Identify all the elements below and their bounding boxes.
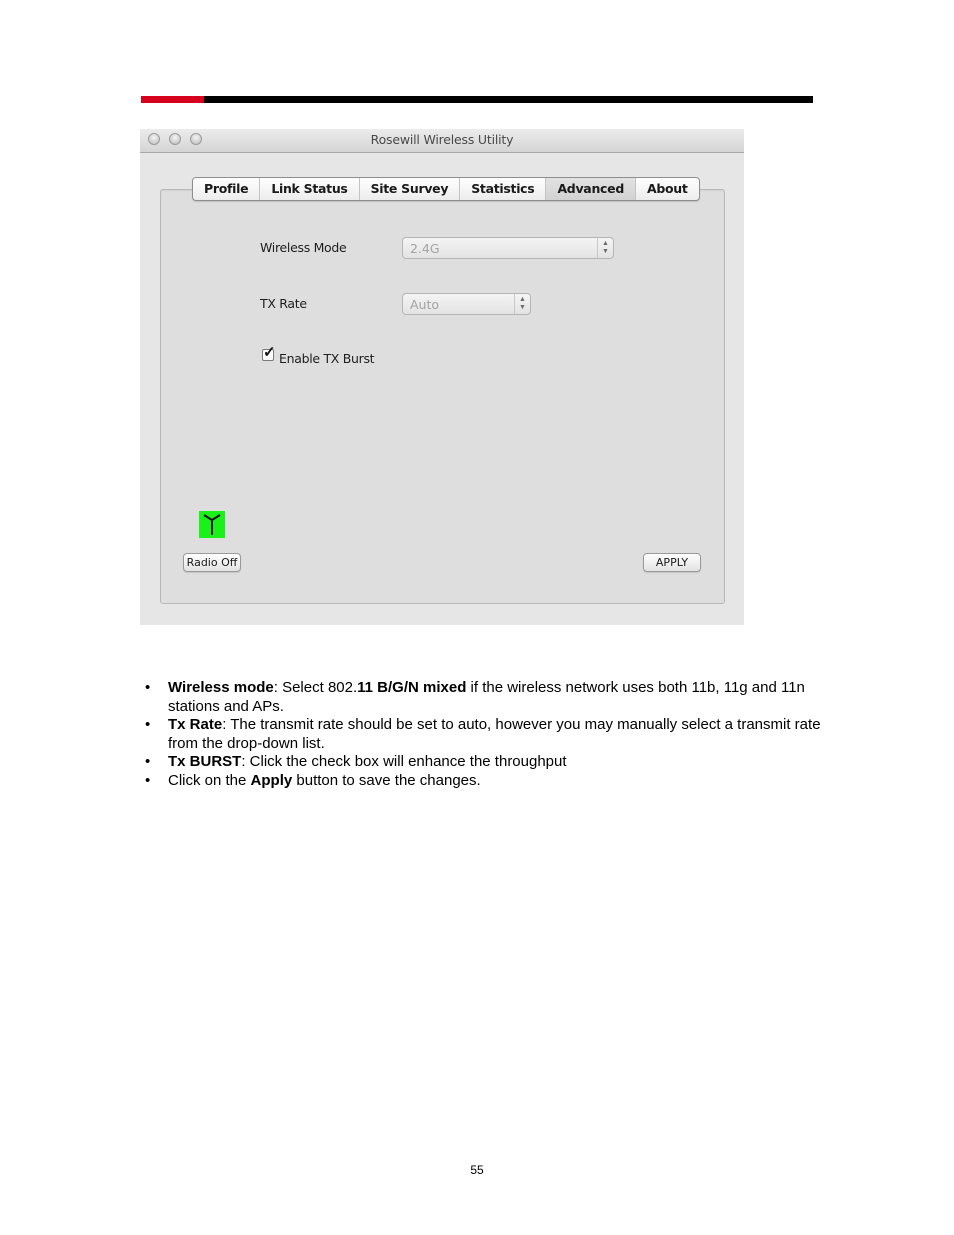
text: Click on the [168,771,251,789]
list-item: • Tx BURST: Click the check box will enha… [145,753,567,770]
page-number: 55 [470,1163,484,1177]
tx-burst-label: Enable TX Burst [279,351,375,366]
window-title: Rosewill Wireless Utility [370,132,514,147]
tab-statistics[interactable]: Statistics [460,178,547,200]
wireless-mode-select[interactable]: 2.4G ▲ ▼ [402,237,614,259]
antenna-icon [199,511,225,538]
instruction-list: • Wireless mode: Select 802.11 B/G/N mixe… [145,679,825,790]
tx-rate-label: TX Rate [260,296,307,311]
title-bar: Rosewill Wireless Utility [140,129,744,153]
updown-arrows-icon: ▲ ▼ [514,294,530,314]
text: button to save the changes. [292,771,481,789]
tx-burst-checkbox[interactable]: ✓ [262,344,276,361]
radio-off-button[interactable]: Radio Off [183,553,241,572]
term-apply: Apply [250,771,293,789]
text: : Click the check box will enhance the t… [241,753,567,770]
tab-link-status[interactable]: Link Status [260,178,360,200]
updown-arrows-icon: ▲ ▼ [597,238,613,258]
list-item: • Wireless mode: Select 802.11 B/G/N mixe… [145,679,805,715]
wireless-mode-label: Wireless Mode [260,240,347,255]
checkmark-icon: ✓ [263,344,276,361]
apply-button[interactable]: APPLY [643,553,701,572]
term-tx-rate: Tx Rate [168,716,223,733]
term-wireless-mode: Wireless mode [168,679,274,696]
tab-profile[interactable]: Profile [193,178,261,200]
term-mode-value: 11 B/G/N mixed [357,679,467,696]
tx-rate-select[interactable]: Auto ▲ ▼ [402,293,531,315]
text: : The transmit rate should be set to aut… [168,716,821,752]
tab-site-survey[interactable]: Site Survey [360,178,461,200]
text: : Select 802. [273,679,358,696]
tab-bar: Profile Link Status Site Survey Statisti… [192,177,700,201]
wireless-mode-value: 2.4G [410,241,440,256]
tab-advanced[interactable]: Advanced [546,178,636,200]
header-rule [141,96,813,103]
list-item: • Tx Rate: The transmit rate should be se… [145,716,821,752]
header-accent [141,96,204,103]
term-tx-burst: Tx BURST [168,753,242,770]
tx-rate-value: Auto [410,297,440,312]
tab-about[interactable]: About [636,178,699,200]
app-window: Rosewill Wireless Utility Profile Link S… [140,129,744,625]
list-item: • Click on the Apply button to save the c… [145,771,481,789]
